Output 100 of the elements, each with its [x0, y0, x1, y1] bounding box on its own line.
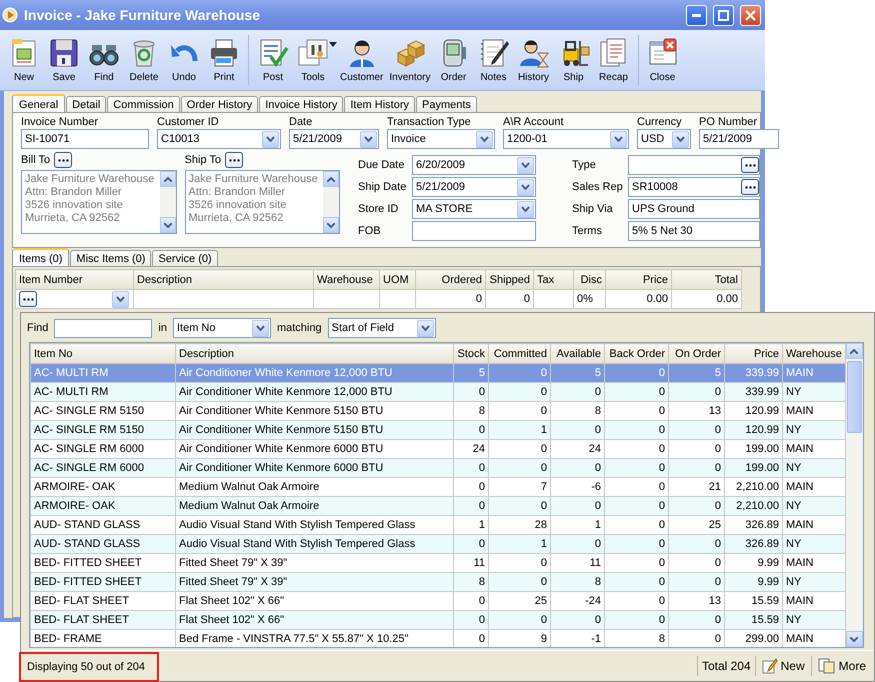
tab[interactable]: Detail — [66, 96, 106, 112]
table-row[interactable]: ARMOIRE- OAK Medium Walnut Oak Armoire 0 7 -6 0 21 2,210.00 MAIN — [30, 478, 846, 496]
column-header[interactable]: Stock — [454, 344, 488, 364]
toolbar-button[interactable]: Ship — [554, 37, 594, 83]
toolbar-button[interactable]: Post — [253, 37, 293, 83]
toolbar-button[interactable]: Print — [204, 37, 244, 83]
dropdown-field[interactable]: USD — [637, 129, 691, 149]
column-header[interactable]: Description — [176, 344, 454, 364]
minimize-button[interactable] — [686, 4, 707, 26]
tab[interactable]: Service (0) — [152, 250, 218, 266]
text-field[interactable] — [412, 221, 536, 241]
column-header[interactable]: Item No — [30, 344, 176, 364]
maximize-button[interactable] — [713, 4, 734, 26]
column-header[interactable]: Committed — [488, 344, 550, 364]
dropdown-field[interactable]: 6/20/2009 — [412, 155, 536, 175]
table-row[interactable]: AUD- STAND GLASS Audio Visual Stand With Stylish Tempered Glass 0 1 0 0 0 326.89 NY — [30, 534, 846, 554]
dropdown-field[interactable]: 5/21/2009 — [412, 177, 536, 197]
lookup-button[interactable] — [225, 152, 243, 168]
status-button[interactable]: New — [760, 658, 807, 674]
table-row[interactable]: ARMOIRE- OAK Medium Walnut Oak Armoire 0 0 0 0 0 2,210.00 NY — [30, 496, 846, 516]
toolbar-button[interactable]: Undo — [164, 37, 204, 83]
address-field[interactable]: Jake Furniture Warehouse Attn: Brandon Miller 3526 innovation site Murrieta, CA 92562 — [184, 170, 340, 234]
column-header[interactable]: On Order — [668, 344, 724, 364]
dropdown-field[interactable]: 1200-01 — [503, 129, 629, 149]
toolbar-button[interactable]: Tools — [293, 37, 333, 83]
lookup-field[interactable]: SR10008 — [628, 177, 760, 197]
text-field[interactable]: 5% 5 Net 30 — [628, 221, 760, 241]
dropdown-field[interactable]: MA STORE — [412, 199, 536, 219]
close-button[interactable] — [740, 4, 761, 26]
tab[interactable]: Payments — [416, 96, 477, 112]
lookup-button[interactable] — [741, 157, 759, 173]
toolbar-button[interactable]: Notes — [474, 37, 514, 83]
text-field[interactable]: UPS Ground — [628, 199, 760, 219]
dropdown-field[interactable]: Item No — [172, 318, 271, 338]
text-field[interactable]: 5/21/2009 — [699, 129, 779, 149]
dropdown-field[interactable]: Start of Field — [328, 318, 436, 338]
column-header[interactable]: Ordered — [416, 270, 486, 290]
text-field[interactable]: SI-10071 — [21, 129, 149, 149]
find-field[interactable] — [54, 318, 152, 338]
dropdown-button[interactable] — [610, 130, 627, 148]
column-header[interactable]: Description — [134, 270, 314, 290]
tab[interactable]: Order History — [180, 96, 258, 112]
table-row[interactable]: AC- SINGLE RM 5150 Air Conditioner White Kenmore 5150 BTU 8 0 8 0 13 120.99 MAIN — [30, 402, 846, 420]
column-header[interactable]: UOM — [380, 270, 416, 290]
toolbar-button[interactable]: Inventory — [386, 37, 434, 83]
tab[interactable]: Item History — [344, 96, 416, 112]
dropdown-button[interactable] — [262, 130, 279, 148]
toolbar-button[interactable]: History — [514, 37, 554, 83]
scrollbar[interactable] — [160, 171, 176, 233]
table-row[interactable]: BED- FLAT SHEET Flat Sheet 102" X 66" 0 25 -24 0 13 15.59 MAIN — [30, 592, 846, 610]
lookup-button[interactable] — [19, 291, 37, 307]
dropdown-field[interactable]: 5/21/2009 — [289, 129, 379, 149]
toolbar-button[interactable]: Close — [642, 37, 682, 83]
column-header[interactable]: Item Number — [16, 270, 134, 290]
column-header[interactable]: Warehouse — [782, 344, 846, 364]
table-row[interactable]: AC- SINGLE RM 6000 Air Conditioner White Kenmore 6000 BTU 24 0 24 0 0 199.00 MAIN — [30, 440, 846, 458]
dropdown-button[interactable] — [517, 200, 534, 218]
tab[interactable]: Commission — [107, 96, 180, 112]
tab[interactable]: Items (0) — [12, 248, 70, 267]
column-header[interactable]: Shipped — [486, 270, 534, 290]
column-header[interactable]: Total — [672, 270, 742, 290]
tab[interactable]: General — [12, 94, 66, 113]
table-row[interactable]: BED- FITTED SHEET Fitted Sheet 79" X 39" 11 0 11 0 0 9.99 MAIN — [30, 554, 846, 572]
column-header[interactable]: Available — [550, 344, 604, 364]
dropdown-button[interactable] — [476, 130, 493, 148]
tab[interactable]: Invoice History — [259, 96, 344, 112]
column-header[interactable]: Price — [724, 344, 782, 364]
table-row[interactable]: AC- SINGLE RM 5150 Air Conditioner White Kenmore 5150 BTU 0 1 0 0 0 120.99 NY — [30, 420, 846, 440]
dropdown-button[interactable] — [416, 320, 434, 336]
table-cell[interactable] — [16, 290, 134, 308]
scrollbar[interactable] — [846, 343, 863, 647]
column-header[interactable]: Disc — [574, 270, 606, 290]
status-button[interactable]: More — [816, 658, 868, 674]
column-header[interactable]: Back Order — [604, 344, 668, 364]
tab[interactable]: Misc Items (0) — [70, 250, 152, 266]
address-field[interactable]: Jake Furniture Warehouse Attn: Brandon Miller 3526 innovation site Murrieta, CA 92562 — [21, 170, 176, 234]
table-row[interactable]: BED- FLAT SHEET Flat Sheet 102" X 66" 0 0 0 0 0 15.59 NY — [30, 610, 846, 630]
dropdown-field[interactable]: Invoice — [387, 129, 495, 149]
dropdown-button[interactable] — [360, 130, 377, 148]
table-row[interactable]: BED- FITTED SHEET Fitted Sheet 79" X 39" 8 0 8 0 0 9.99 NY — [30, 572, 846, 592]
column-header[interactable]: Price — [606, 270, 672, 290]
table-row[interactable]: AC- MULTI RM Air Conditioner White Kenmore 12,000 BTU 0 0 0 0 0 339.99 NY — [30, 382, 846, 402]
toolbar-button[interactable]: Recap — [594, 37, 634, 83]
scrollbar-thumb[interactable] — [846, 361, 862, 433]
toolbar-button[interactable]: Order — [434, 37, 474, 83]
dropdown-button[interactable] — [252, 320, 269, 336]
toolbar-button[interactable]: Save — [44, 37, 84, 83]
dropdown-button[interactable] — [517, 178, 534, 196]
column-header[interactable]: Tax — [534, 270, 574, 290]
table-row[interactable]: AC- SINGLE RM 6000 Air Conditioner White Kenmore 6000 BTU 0 0 0 0 0 199.00 NY — [30, 458, 846, 478]
column-header[interactable]: Warehouse — [314, 270, 380, 290]
dropdown-button[interactable] — [112, 290, 129, 308]
toolbar-button[interactable]: Customer — [337, 37, 386, 83]
scrollbar[interactable] — [323, 171, 339, 233]
dropdown-button[interactable] — [672, 130, 689, 148]
toolbar-button[interactable]: Delete — [124, 37, 164, 83]
dropdown-arrow-icon[interactable] — [329, 42, 337, 47]
toolbar-button[interactable]: New — [4, 37, 44, 83]
lookup-field[interactable] — [628, 155, 760, 175]
toolbar-button[interactable]: Find — [84, 37, 124, 83]
